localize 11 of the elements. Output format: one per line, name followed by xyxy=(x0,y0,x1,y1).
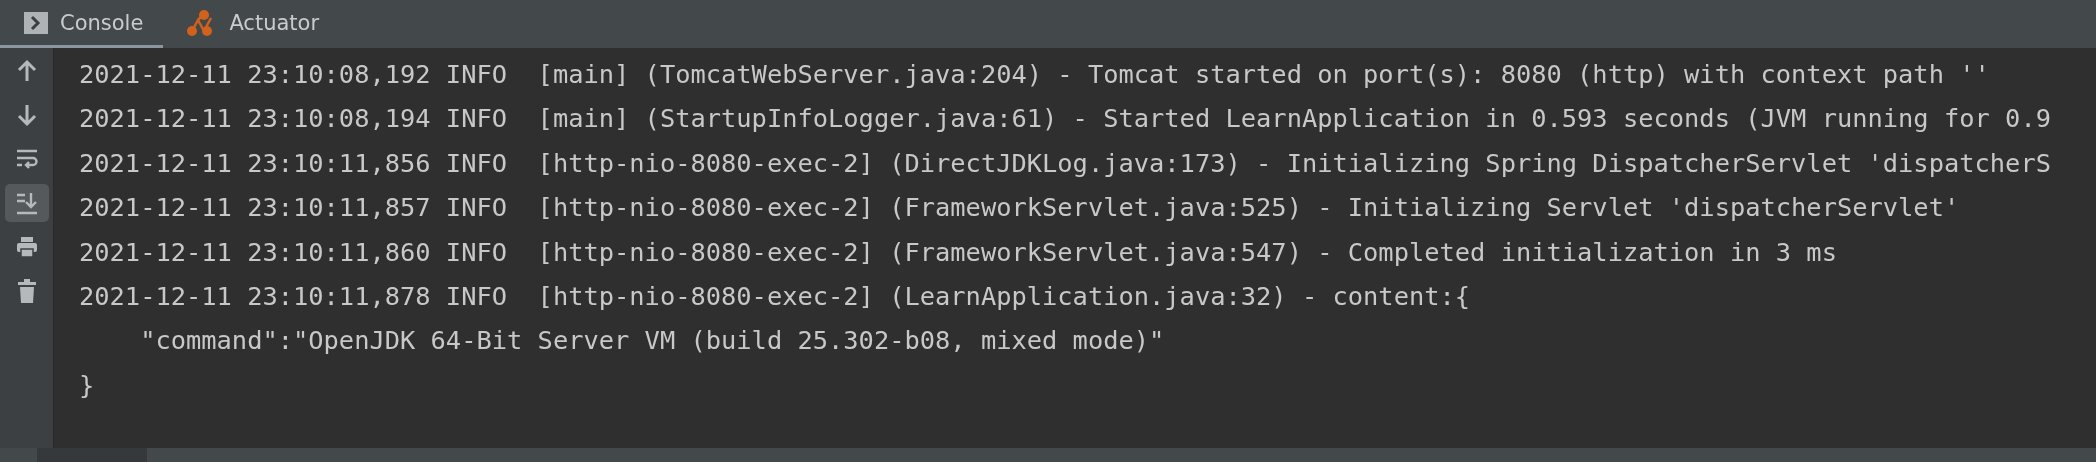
console-line: 2021-12-11 23:10:11,857 INFO [http-nio-8080-exec-2] (FrameworkServlet.java:525) - Initializing Servlet 'dispatcherServlet' xyxy=(79,191,1961,225)
console-line: 2021-12-11 23:10:08,194 INFO [main] (StartupInfoLogger.java:61) - Started LearnApplication in 0.593 seconds (JVM running for 0.9 xyxy=(79,102,2052,136)
console-line: "command":"OpenJDK 64-Bit Server VM (build 25.302-b08, mixed mode)" xyxy=(139,324,1166,358)
console-line: 2021-12-11 23:10:08,192 INFO [main] (TomcatWebServer.java:204) - Tomcat started on port(s): 8080 (http) with context path '' xyxy=(79,58,1991,91)
console-line: 2021-12-11 23:10:11,860 INFO [http-nio-8080-exec-2] (FrameworkServlet.java:547) - Completed initialization in 3 ms xyxy=(79,235,1838,269)
console-icon xyxy=(24,11,48,34)
console-line: 2021-12-11 23:10:11,878 INFO [http-nio-8080-exec-2] (LearnApplication.java:32) - content:{ xyxy=(79,280,1472,314)
console-line: } xyxy=(79,368,96,402)
console-line: 2021-12-11 23:10:11,856 INFO [http-nio-8080-exec-2] (DirectJDKLog.java:173) - Initializing Spring DispatcherServlet 'dispatcherS xyxy=(79,146,2052,180)
scroll-to-end-icon[interactable] xyxy=(4,184,49,222)
tool-tab[interactable]: Actuator xyxy=(163,0,340,48)
